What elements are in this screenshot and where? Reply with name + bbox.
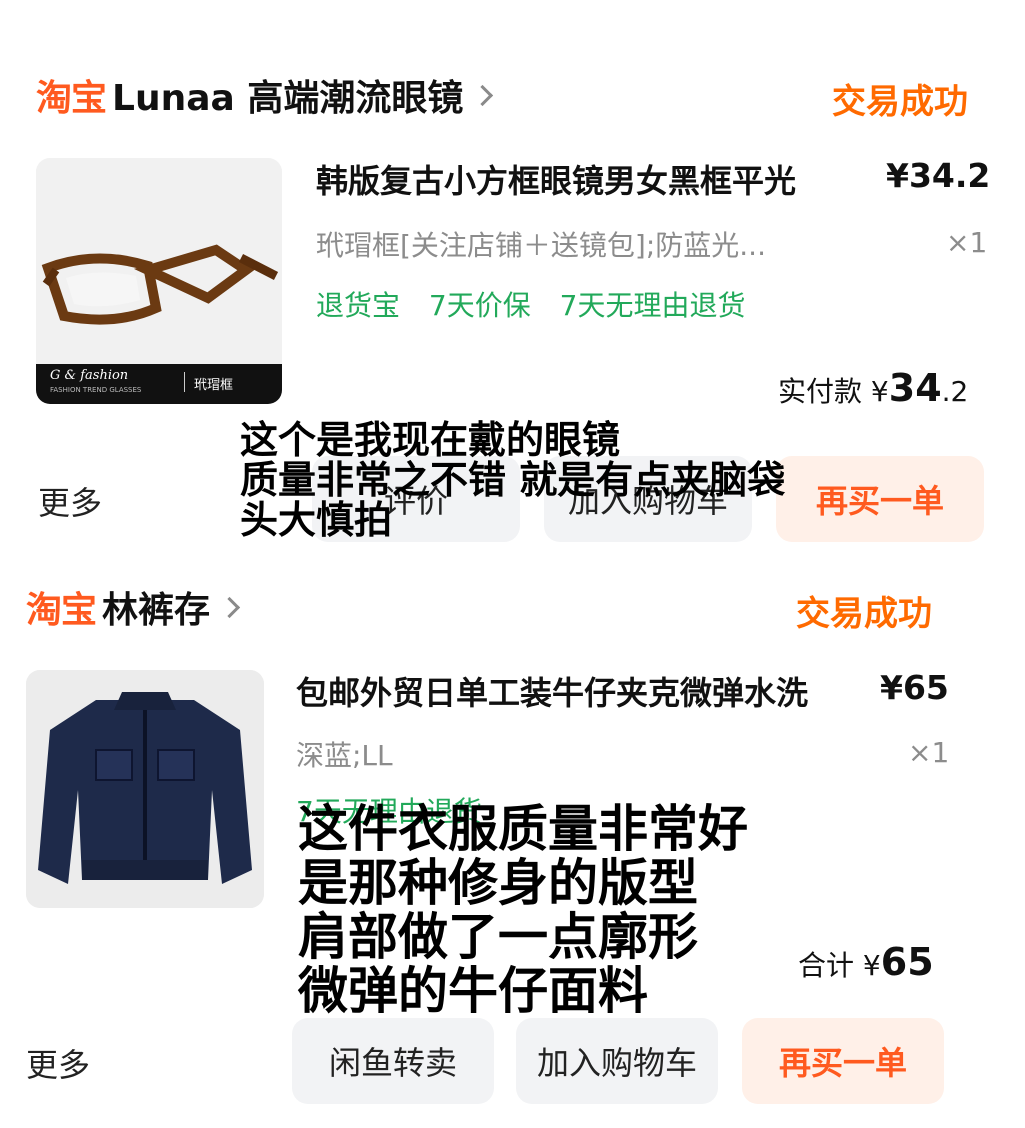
paid-int: 65 [880,940,934,984]
thumb-subcaption: FASHION TREND GLASSES [50,386,142,394]
caption-line: 头大慎拍 [240,498,393,542]
service-tag: 退货宝 [316,289,401,322]
service-tag: 7天无理由退货 [559,289,746,322]
resell-button[interactable]: 闲鱼转卖 [292,1018,494,1104]
paid-currency: ¥ [862,949,881,982]
paid-dec: .2 [941,375,969,408]
thumb-divider [184,372,185,392]
caption-line: 质量非常之不错 就是有点夹脑袋 [240,458,786,502]
product-thumbnail[interactable] [26,670,264,908]
product-thumbnail[interactable]: G & fashion FASHION TREND GLASSES 玳瑁框 [36,158,282,404]
more-button[interactable]: 更多 [38,478,102,524]
product-qty: ×1 [946,226,988,259]
thumb-caption: G & fashion [50,368,129,383]
denim-jacket-icon [26,670,264,908]
paid-amount: 合计 ¥65 [798,940,934,984]
add-to-cart-button[interactable]: 加入购物车 [516,1018,718,1104]
caption-line: 肩部做了一点廓形 [298,908,698,966]
chevron-right-icon [218,596,241,618]
product-price: ¥65 [880,668,949,707]
shop-name: 林裤存 [102,590,211,631]
paid-amount: 实付款 ¥34.2 [778,366,968,410]
service-tag: 7天价保 [428,289,531,322]
caption-line: 这件衣服质量非常好 [298,800,748,858]
shop-header[interactable]: 淘宝 林裤存 [26,582,241,632]
buy-again-button[interactable]: 再买一单 [742,1018,944,1104]
product-title[interactable]: 韩版复古小方框眼镜男女黑框平光 [316,156,796,202]
caption-overlay-2: 这件衣服质量非常好 是那种修身的版型 肩部做了一点廓形 微弹的牛仔面料 [298,802,748,1018]
taobao-logo: 淘宝 [36,78,107,119]
order-status: 交易成功 [796,594,932,634]
product-title[interactable]: 包邮外贸日单工装牛仔夹克微弹水洗 [296,668,808,714]
product-spec: 深蓝;LL [296,739,393,772]
product-qty: ×1 [908,736,950,769]
shop-header[interactable]: 淘宝 Lunaa 高端潮流眼镜 [36,70,494,120]
caption-line: 是那种修身的版型 [298,854,698,912]
paid-label: 实付款 [778,375,863,408]
service-tags: 退货宝 7天价保 7天无理由退货 [316,284,765,324]
thumb-tag: 玳瑁框 [194,378,234,393]
buy-again-button[interactable]: 再买一单 [776,456,984,542]
product-spec: 玳瑁框[关注店铺＋送镜包];防蓝光... [316,229,766,262]
caption-line: 微弹的牛仔面料 [298,962,648,1020]
paid-int: 34 [888,366,942,410]
paid-currency: ¥ [870,375,889,408]
more-button[interactable]: 更多 [26,1040,90,1086]
chevron-right-icon [472,84,494,106]
order-status: 交易成功 [832,82,968,122]
caption-line: 这个是我现在戴的眼镜 [240,418,621,462]
shop-name: Lunaa 高端潮流眼镜 [112,78,464,119]
product-price: ¥34.2 [886,156,991,195]
taobao-logo: 淘宝 [26,590,97,631]
caption-overlay-1: 这个是我现在戴的眼镜 质量非常之不错 就是有点夹脑袋 头大慎拍 [240,420,785,540]
paid-label: 合计 [798,949,855,982]
